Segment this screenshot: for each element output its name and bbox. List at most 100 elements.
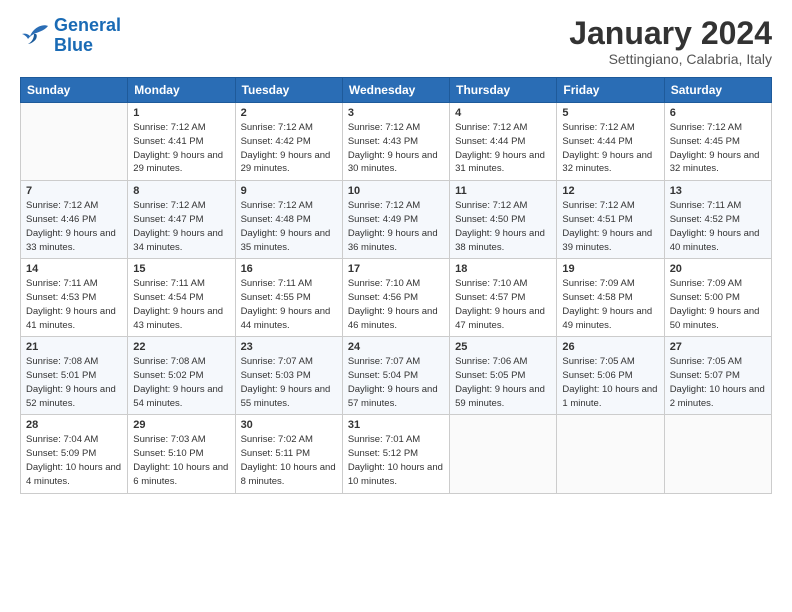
daylight-text: Daylight: 9 hours and 32 minutes.: [562, 150, 652, 175]
calendar-cell: [664, 415, 771, 493]
sunrise-text: Sunrise: 7:09 AM: [562, 278, 634, 289]
day-number: 16: [241, 263, 337, 275]
calendar-cell: 6Sunrise: 7:12 AMSunset: 4:45 PMDaylight…: [664, 103, 771, 181]
week-row-1: 1 Sunrise: 7:12 AM Sunset: 4:41 PM Daylight…: [21, 103, 772, 181]
calendar-cell: 24Sunrise: 7:07 AMSunset: 5:04 PMDayligh…: [342, 337, 449, 415]
weekday-header-wednesday: Wednesday: [342, 78, 449, 103]
day-number: 21: [26, 341, 122, 353]
calendar-cell: 3Sunrise: 7:12 AMSunset: 4:43 PMDaylight…: [342, 103, 449, 181]
calendar-cell: 25Sunrise: 7:06 AMSunset: 5:05 PMDayligh…: [450, 337, 557, 415]
calendar-cell: 5Sunrise: 7:12 AMSunset: 4:44 PMDaylight…: [557, 103, 664, 181]
sunrise-text: Sunrise: 7:12 AM: [348, 200, 420, 211]
sunset-text: Sunset: 4:56 PM: [348, 292, 418, 303]
calendar-cell: 18Sunrise: 7:10 AMSunset: 4:57 PMDayligh…: [450, 259, 557, 337]
sunrise-text: Sunrise: 7:10 AM: [455, 278, 527, 289]
day-number: 28: [26, 419, 122, 431]
day-info: Sunrise: 7:12 AMSunset: 4:50 PMDaylight:…: [455, 199, 551, 254]
daylight-text: Daylight: 9 hours and 30 minutes.: [348, 150, 438, 175]
daylight-text: Daylight: 9 hours and 57 minutes.: [348, 384, 438, 409]
calendar-cell: 11Sunrise: 7:12 AMSunset: 4:50 PMDayligh…: [450, 181, 557, 259]
week-row-3: 14Sunrise: 7:11 AMSunset: 4:53 PMDayligh…: [21, 259, 772, 337]
daylight-text: Daylight: 9 hours and 35 minutes.: [241, 228, 331, 253]
calendar-cell: 22 Sunrise: 7:08 AMSunset: 5:02 PMDayligh…: [128, 337, 235, 415]
day-number: 31: [348, 419, 444, 431]
calendar-cell: 16Sunrise: 7:11 AMSunset: 4:55 PMDayligh…: [235, 259, 342, 337]
sunset-text: Sunset: 4:44 PM: [455, 136, 525, 147]
sunrise-text: Sunrise: 7:04 AM: [26, 434, 98, 445]
calendar-cell: 20Sunrise: 7:09 AMSunset: 5:00 PMDayligh…: [664, 259, 771, 337]
day-info: Sunrise: 7:01 AMSunset: 5:12 PMDaylight:…: [348, 433, 444, 488]
sunrise-text: Sunrise: 7:12 AM: [348, 122, 420, 133]
week-row-2: 7Sunrise: 7:12 AMSunset: 4:46 PMDaylight…: [21, 181, 772, 259]
sunrise-text: Sunrise: 7:11 AM: [133, 278, 205, 289]
daylight-text: Daylight: 10 hours and 2 minutes.: [670, 384, 765, 409]
sunset-text: Sunset: 4:46 PM: [26, 214, 96, 225]
sunrise-text: Sunrise: 7:09 AM: [670, 278, 742, 289]
calendar-table: SundayMondayTuesdayWednesdayThursdayFrid…: [20, 77, 772, 493]
daylight-text: Daylight: 10 hours and 4 minutes.: [26, 462, 121, 487]
day-number: 6: [670, 107, 766, 119]
day-info: Sunrise: 7:06 AMSunset: 5:05 PMDaylight:…: [455, 355, 551, 410]
sunrise-text: Sunrise: 7:12 AM: [241, 122, 313, 133]
sunrise-text: Sunrise: 7:12 AM: [670, 122, 742, 133]
calendar-page: General Blue January 2024 Settingiano, C…: [0, 0, 792, 612]
calendar-cell: 21 Sunrise: 7:08 AMSunset: 5:01 PMDayligh…: [21, 337, 128, 415]
calendar-cell: [21, 103, 128, 181]
sunrise-text: Sunrise: 7:12 AM: [133, 122, 205, 133]
daylight-text: Daylight: 9 hours and 40 minutes.: [670, 228, 760, 253]
day-info: Sunrise: 7:08 AMSunset: 5:01 PMDaylight:…: [26, 355, 122, 410]
day-number: 4: [455, 107, 551, 119]
sunrise-text: Sunrise: 7:12 AM: [455, 122, 527, 133]
day-number: 9: [241, 185, 337, 197]
sunset-text: Sunset: 4:41 PM: [133, 136, 203, 147]
day-number: 22: [133, 341, 229, 353]
day-info: Sunrise: 7:12 AMSunset: 4:51 PMDaylight:…: [562, 199, 658, 254]
daylight-text: Daylight: 9 hours and 43 minutes.: [133, 306, 223, 331]
day-number: 1: [133, 107, 229, 119]
sunset-text: Sunset: 4:55 PM: [241, 292, 311, 303]
day-info: Sunrise: 7:05 AMSunset: 5:07 PMDaylight:…: [670, 355, 766, 410]
calendar-cell: 4Sunrise: 7:12 AMSunset: 4:44 PMDaylight…: [450, 103, 557, 181]
week-row-4: 21 Sunrise: 7:08 AMSunset: 5:01 PMDayligh…: [21, 337, 772, 415]
calendar-cell: [557, 415, 664, 493]
sunrise-text: Sunrise: 7:12 AM: [241, 200, 313, 211]
calendar-cell: 17Sunrise: 7:10 AMSunset: 4:56 PMDayligh…: [342, 259, 449, 337]
sunset-text: Sunset: 4:48 PM: [241, 214, 311, 225]
sunrise-text: Sunrise: 7:11 AM: [241, 278, 313, 289]
sunset-text: Sunset: 5:06 PM: [562, 370, 632, 381]
daylight-text: Daylight: 10 hours and 10 minutes.: [348, 462, 443, 487]
daylight-text: Daylight: 9 hours and 47 minutes.: [455, 306, 545, 331]
daylight-text: Daylight: 10 hours and 6 minutes.: [133, 462, 228, 487]
sunset-text: Sunset: 5:00 PM: [670, 292, 740, 303]
sunset-text: Sunset: 4:45 PM: [670, 136, 740, 147]
day-info: Sunrise: 7:07 AMSunset: 5:03 PMDaylight:…: [241, 355, 337, 410]
day-info: Sunrise: 7:07 AMSunset: 5:04 PMDaylight:…: [348, 355, 444, 410]
sunrise-text: Sunrise: 7:11 AM: [670, 200, 742, 211]
logo-text: General Blue: [54, 16, 121, 56]
calendar-cell: [450, 415, 557, 493]
week-row-5: 28Sunrise: 7:04 AMSunset: 5:09 PMDayligh…: [21, 415, 772, 493]
sunset-text: Sunset: 5:07 PM: [670, 370, 740, 381]
day-number: 20: [670, 263, 766, 275]
calendar-cell: 28Sunrise: 7:04 AMSunset: 5:09 PMDayligh…: [21, 415, 128, 493]
day-info: Sunrise: 7:12 AM Sunset: 4:48 PM Daylight:…: [241, 199, 337, 254]
day-info: Sunrise: 7:05 AMSunset: 5:06 PMDaylight:…: [562, 355, 658, 410]
day-number: 13: [670, 185, 766, 197]
daylight-text: Daylight: 9 hours and 29 minutes.: [133, 150, 223, 175]
sunset-text: Sunset: 5:04 PM: [348, 370, 418, 381]
day-info: Sunrise: 7:08 AMSunset: 5:02 PMDaylight:…: [133, 355, 229, 410]
day-info: Sunrise: 7:12 AMSunset: 4:42 PMDaylight:…: [241, 121, 337, 176]
weekday-header-thursday: Thursday: [450, 78, 557, 103]
calendar-cell: 9 Sunrise: 7:12 AM Sunset: 4:48 PM Daylight…: [235, 181, 342, 259]
day-info: Sunrise: 7:12 AMSunset: 4:47 PMDaylight:…: [133, 199, 229, 254]
logo-icon: [20, 22, 50, 50]
day-number: 23: [241, 341, 337, 353]
day-info: Sunrise: 7:12 AMSunset: 4:43 PMDaylight:…: [348, 121, 444, 176]
calendar-cell: 31 Sunrise: 7:01 AMSunset: 5:12 PMDayligh…: [342, 415, 449, 493]
daylight-text: Daylight: 9 hours and 46 minutes.: [348, 306, 438, 331]
day-number: 18: [455, 263, 551, 275]
day-info: Sunrise: 7:12 AMSunset: 4:45 PMDaylight:…: [670, 121, 766, 176]
sunset-text: Sunset: 4:58 PM: [562, 292, 632, 303]
sunset-text: Sunset: 5:05 PM: [455, 370, 525, 381]
calendar-title: January 2024: [569, 16, 772, 51]
